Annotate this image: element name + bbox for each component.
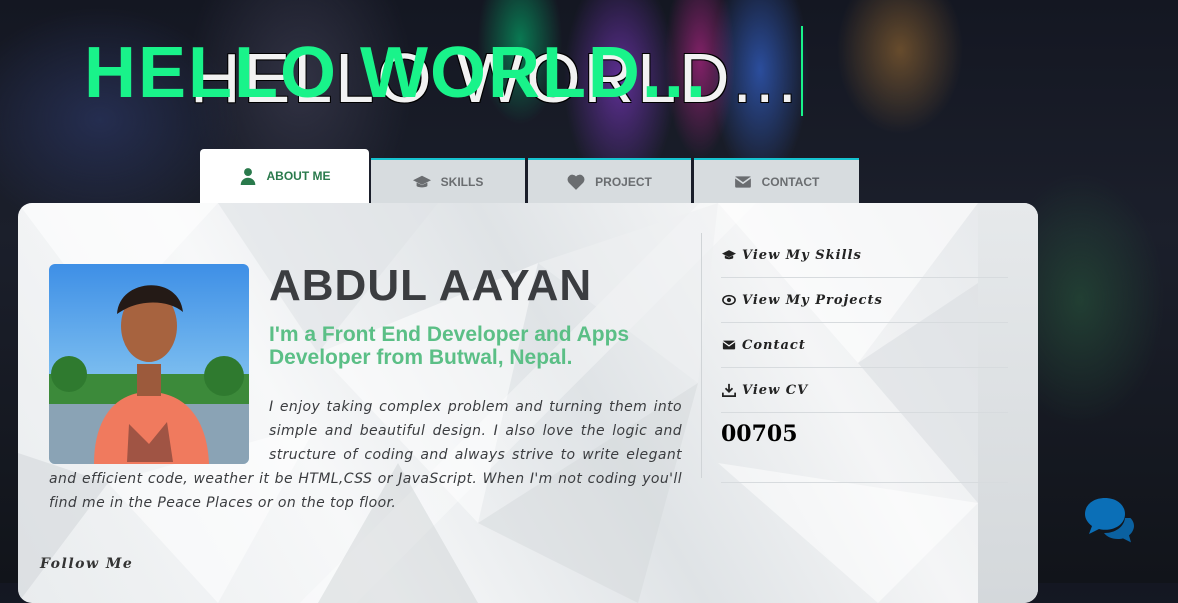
user-icon	[240, 168, 255, 185]
envelope-icon	[722, 340, 736, 350]
typing-cursor	[801, 26, 803, 116]
menu-item-label: View CV	[742, 382, 809, 398]
view-skills-link[interactable]: View My Skills	[721, 233, 1008, 278]
tab-about-me[interactable]: ABOUT ME	[200, 149, 369, 203]
eye-icon	[722, 294, 736, 306]
column-divider	[701, 233, 702, 478]
heart-icon	[567, 174, 585, 190]
view-cv-link[interactable]: View CV	[721, 368, 1008, 413]
about-card: ABDUL AAYAN I'm a Front End Developer an…	[18, 203, 1038, 603]
hero-title: HELLO WORLD... HELLO WORLD...	[0, 0, 1178, 140]
menu-item-label: Contact	[742, 337, 806, 353]
menu-item-label: View My Projects	[742, 292, 883, 308]
download-icon	[722, 383, 736, 397]
view-projects-link[interactable]: View My Projects	[721, 278, 1008, 323]
tab-label: ABOUT ME	[266, 169, 331, 183]
follow-me-label: Follow Me	[40, 556, 134, 572]
profile-bio: I enjoy taking complex problem and turni…	[49, 399, 682, 511]
menu-item-label: View My Skills	[742, 247, 862, 263]
graduation-cap-icon	[722, 250, 736, 260]
profile-name: ABDUL AAYAN	[269, 261, 593, 310]
graduation-cap-icon	[412, 175, 431, 187]
tab-skills[interactable]: SKILLS	[371, 158, 525, 203]
profile-role: I'm a Front End Developer and Apps Devel…	[269, 323, 630, 369]
tab-label: PROJECT	[595, 174, 652, 189]
tab-label: SKILLS	[440, 174, 484, 189]
side-menu: View My Skills View My Projects Contact …	[721, 233, 1008, 483]
tab-label: CONTACT	[761, 174, 820, 189]
tab-contact[interactable]: CONTACT	[694, 158, 859, 203]
tab-project[interactable]: PROJECT	[528, 158, 691, 203]
hero-title-text: HELLO WORLD...	[84, 33, 708, 113]
envelope-icon	[734, 175, 751, 188]
visitor-counter: 00705	[721, 413, 1008, 483]
chat-bubbles-icon[interactable]	[1083, 496, 1139, 544]
contact-link[interactable]: Contact	[721, 323, 1008, 368]
